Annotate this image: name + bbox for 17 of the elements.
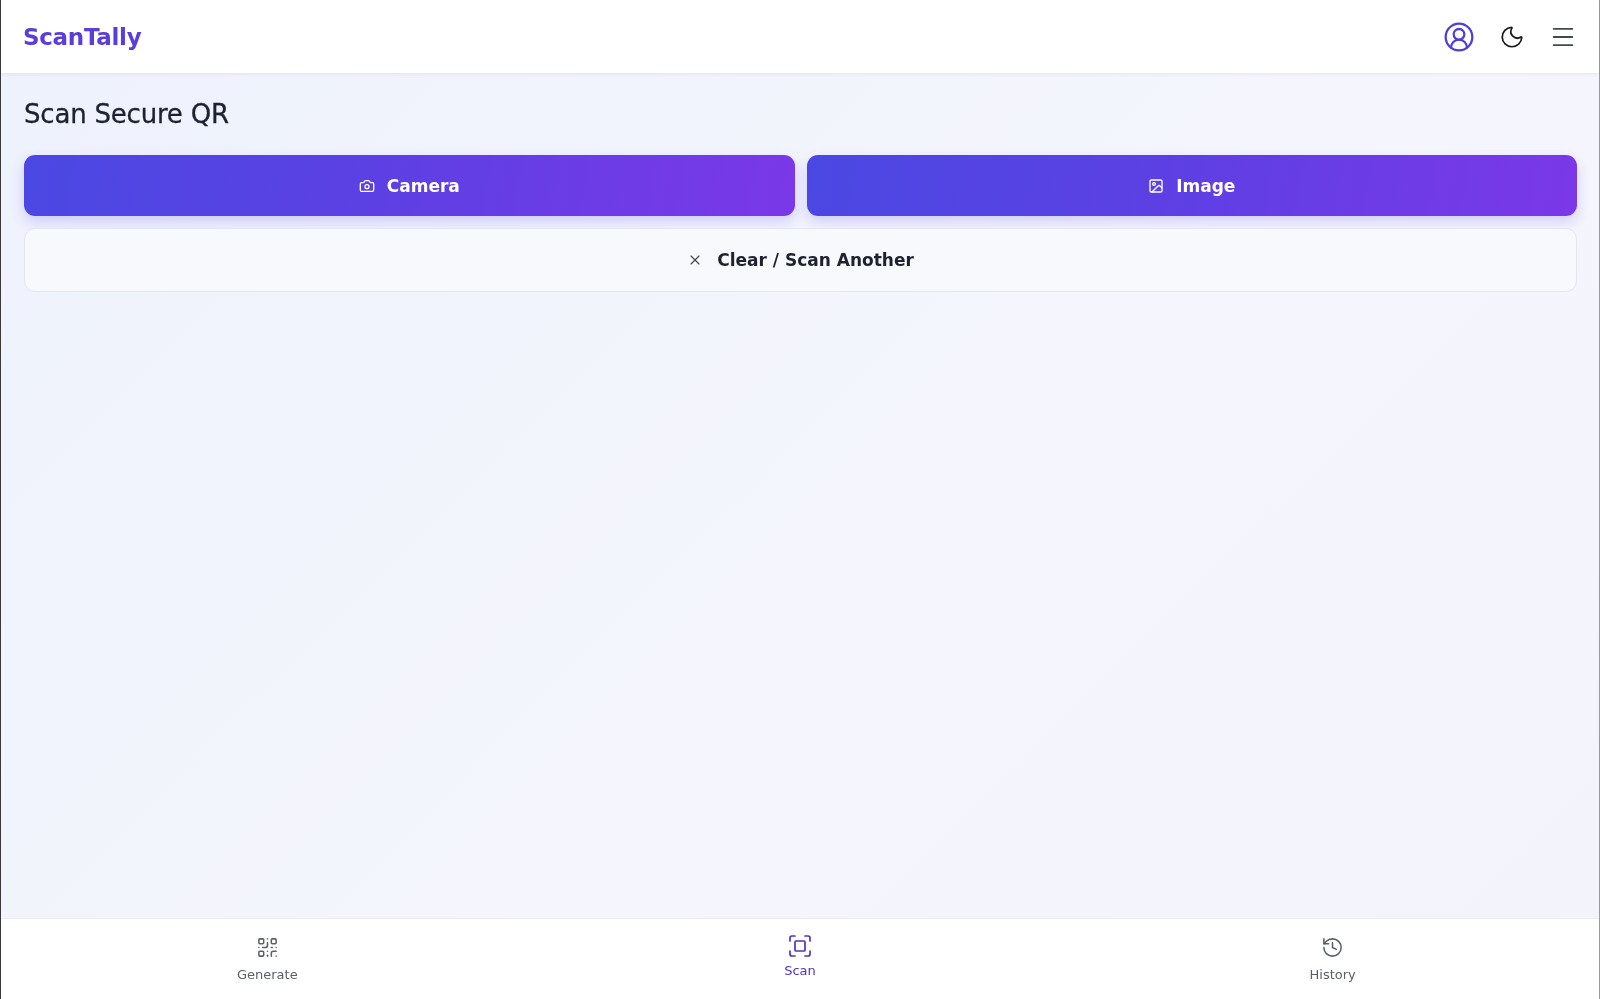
- moon-icon: [1499, 23, 1525, 50]
- page-title: Scan Secure QR: [24, 99, 229, 129]
- nav-tab[interactable]: Generate: [230, 932, 304, 986]
- theme-toggle-button[interactable]: [1499, 23, 1525, 50]
- qr-code-icon: [255, 936, 279, 959]
- camera-icon: [358, 177, 375, 194]
- image-icon: [1148, 177, 1165, 194]
- user-icon: [1443, 20, 1475, 53]
- nav-tab[interactable]: Scan: [778, 930, 822, 982]
- scan-frame-icon: [788, 934, 812, 958]
- image-button[interactable]: Image: [806, 155, 1577, 216]
- clear-button[interactable]: Clear / Scan Another: [24, 228, 1577, 292]
- history-icon: [1321, 936, 1345, 959]
- camera-button[interactable]: Camera: [24, 155, 795, 216]
- nav-tab[interactable]: History: [1303, 932, 1362, 986]
- app-logo[interactable]: ScanTally: [23, 23, 142, 50]
- profile-button[interactable]: [1443, 20, 1475, 53]
